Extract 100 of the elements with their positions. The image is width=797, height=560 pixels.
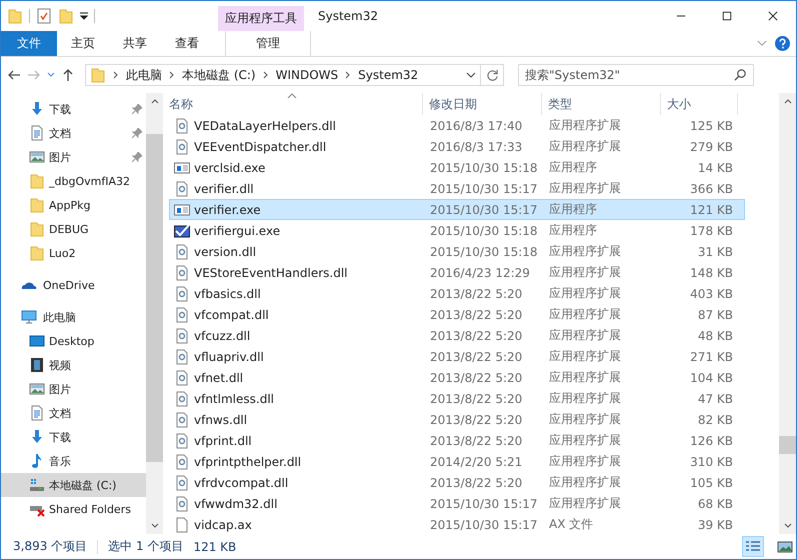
sidebar-item[interactable]: Shared Folders <box>1 497 146 521</box>
column-header[interactable]: 类型 <box>542 93 661 115</box>
sidebar-item[interactable]: 下载 <box>1 425 146 449</box>
file-row[interactable]: VEEventDispatcher.dll 2016/8/3 17:33 应用程序扩展 279 KB <box>169 136 745 157</box>
file-row[interactable]: vfbasics.dll 2013/8/22 5:20 应用程序扩展 403 KB <box>169 283 745 304</box>
table-cell-text: 应用程序扩展 <box>548 432 622 449</box>
sidebar-label: Shared Folders <box>49 502 131 516</box>
file-row[interactable]: VEStoreEventHandlers.dll 2016/4/23 12:29 应用程序扩展 148 KB <box>169 262 745 283</box>
table-cell-text: 应用程序扩展 <box>548 138 622 155</box>
table-cell-text: 2015/10/30 15:18 <box>429 160 539 174</box>
sidebar-item[interactable]: 音乐 <box>1 449 146 473</box>
sidebar-label: 音乐 <box>49 454 71 468</box>
breadcrumb[interactable]: WINDOWS <box>276 68 338 82</box>
file-name: vfcompat.dll <box>194 308 269 322</box>
sidebar-item[interactable]: Luo2 <box>1 241 146 265</box>
sidebar-item[interactable]: 文档 <box>1 401 146 425</box>
file-row[interactable]: vfwwdm32.dll 2015/10/30 15:17 应用程序扩展 68 KB <box>169 493 745 514</box>
ribbon-tab[interactable]: 查看 <box>161 31 213 56</box>
table-cell-text: 121 KB <box>689 202 734 216</box>
sidebar-item[interactable]: 本地磁盘 (C:) <box>1 473 146 497</box>
file-row[interactable]: verifiergui.exe 2015/10/30 15:18 应用程序 178 KB <box>169 220 745 241</box>
file-row[interactable]: VEDataLayerHelpers.dll 2016/8/3 17:40 应用程序扩展 125 KB <box>169 115 745 136</box>
table-cell-text: 2015/10/30 15:18 <box>429 244 539 258</box>
table-cell-text: 应用程序扩展 <box>548 306 622 323</box>
table-cell-text: 31 KB <box>696 244 734 258</box>
table-cell-text: 2013/8/22 5:20 <box>429 392 524 406</box>
column-header[interactable]: 修改日期 <box>423 93 542 115</box>
file-row[interactable]: vfprint.dll 2013/8/22 5:20 应用程序扩展 126 KB <box>169 430 745 451</box>
table-cell-text: 应用程序扩展 <box>548 264 622 281</box>
file-name: vfbasics.dll <box>194 286 261 300</box>
file-row[interactable]: vfntlmless.dll 2013/8/22 5:20 应用程序扩展 47 KB <box>169 388 745 409</box>
table-cell-text: 2015/10/30 15:18 <box>429 224 539 238</box>
table-cell-text: 14 KB <box>696 160 734 174</box>
column-header[interactable]: 名称 <box>163 93 423 115</box>
table-cell-text: 应用程序扩展 <box>548 453 622 470</box>
table-cell-text: 105 KB <box>689 476 734 490</box>
table-cell-text: 2013/8/22 5:20 <box>429 434 524 448</box>
sidebar-item[interactable]: 下载 <box>1 97 146 121</box>
sidebar-item[interactable]: 图片 <box>1 377 146 401</box>
sidebar-label: 下载 <box>49 102 71 116</box>
sidebar-item[interactable]: Desktop <box>1 329 146 353</box>
file-row[interactable]: vfnet.dll 2013/8/22 5:20 应用程序扩展 104 KB <box>169 367 745 388</box>
table-cell-text: 应用程序扩展 <box>548 243 622 260</box>
file-row[interactable]: vfcompat.dll 2013/8/22 5:20 应用程序扩展 87 KB <box>169 304 745 325</box>
search-field[interactable]: 搜索"System32" <box>518 64 754 86</box>
sidebar-item[interactable]: OneDrive <box>1 273 146 297</box>
sidebar-item[interactable]: 视频 <box>1 353 146 377</box>
ribbon-tab[interactable]: 文件 <box>1 31 57 56</box>
sidebar-item[interactable]: DEBUG <box>1 217 146 241</box>
file-row[interactable]: vfnws.dll 2013/8/22 5:20 应用程序扩展 82 KB <box>169 409 745 430</box>
table-cell-text: 87 KB <box>696 308 734 322</box>
breadcrumb[interactable]: 本地磁盘 (C:) <box>182 66 256 84</box>
table-cell-text: 126 KB <box>689 434 734 448</box>
sidebar-item[interactable]: _dbgOvmfIA32 <box>1 169 146 193</box>
file-row[interactable]: version.dll 2015/10/30 15:18 应用程序扩展 31 KB <box>169 241 745 262</box>
file-row[interactable]: vidcap.ax 2015/10/30 15:17 AX 文件 39 KB <box>169 514 745 534</box>
table-cell-text: 应用程序扩展 <box>548 369 622 386</box>
table-cell-text: 2013/8/22 5:20 <box>429 370 524 384</box>
file-row[interactable]: vfrdvcompat.dll 2013/8/22 5:20 应用程序扩展 105 KB <box>169 472 745 493</box>
file-name: vfntlmless.dll <box>194 392 274 406</box>
file-name: VEStoreEventHandlers.dll <box>194 266 348 280</box>
table-cell-text: 2016/4/23 12:29 <box>429 266 531 280</box>
file-name: version.dll <box>194 244 256 258</box>
selection-size: 121 KB <box>193 540 236 554</box>
sidebar-item[interactable]: AppPkg <box>1 193 146 217</box>
sidebar-item[interactable]: 此电脑 <box>1 305 146 329</box>
table-cell-text: 应用程序扩展 <box>548 327 622 344</box>
file-row[interactable]: verifier.dll 2015/10/30 15:17 应用程序扩展 366 KB <box>169 178 745 199</box>
table-cell-text: 2015/10/30 15:17 <box>429 202 539 216</box>
file-row[interactable]: vfluapriv.dll 2013/8/22 5:20 应用程序扩展 271 KB <box>169 346 745 367</box>
ribbon-tab[interactable]: 共享 <box>109 31 161 56</box>
table-cell-text: 应用程序扩展 <box>548 474 622 491</box>
file-name: vfwwdm32.dll <box>194 496 278 510</box>
table-cell-text: 应用程序扩展 <box>548 285 622 302</box>
ribbon-tab[interactable]: 管理 <box>225 31 311 56</box>
table-cell-text: 2013/8/22 5:20 <box>429 476 524 490</box>
table-cell-text: 2015/10/30 15:17 <box>429 518 539 532</box>
table-cell-text: 应用程序扩展 <box>548 390 622 407</box>
table-cell-text: 2013/8/22 5:20 <box>429 350 524 364</box>
ribbon-tab[interactable]: 主页 <box>57 31 109 56</box>
column-header[interactable]: 大小 <box>661 93 738 115</box>
breadcrumb[interactable]: 此电脑 <box>126 66 162 84</box>
sidebar-label: 文档 <box>49 126 71 140</box>
file-name: vfcuzz.dll <box>194 328 250 342</box>
file-row[interactable]: verclsid.exe 2015/10/30 15:18 应用程序 14 KB <box>169 157 745 178</box>
file-row[interactable]: verifier.exe 2015/10/30 15:17 应用程序 121 KB <box>169 199 745 220</box>
file-row[interactable]: vfprintpthelper.dll 2014/2/20 5:21 应用程序扩展 310 KB <box>169 451 745 472</box>
breadcrumb[interactable]: System32 <box>358 68 418 82</box>
sidebar-item[interactable]: 图片 <box>1 145 146 169</box>
table-cell-text: 2013/8/22 5:20 <box>429 328 524 342</box>
table-cell-text: 应用程序扩展 <box>548 348 622 365</box>
file-name: vidcap.ax <box>194 518 252 532</box>
table-cell-text: 2016/8/3 17:40 <box>429 118 524 132</box>
sidebar-label: Luo2 <box>49 246 76 260</box>
sidebar-label: _dbgOvmfIA32 <box>49 174 130 188</box>
table-cell-text: 应用程序扩展 <box>548 495 622 512</box>
sidebar-item[interactable]: 文档 <box>1 121 146 145</box>
file-row[interactable]: vfcuzz.dll 2013/8/22 5:20 应用程序扩展 48 KB <box>169 325 745 346</box>
address-bar[interactable]: 此电脑 本地磁盘 (C:) WINDOWS System32 <box>85 64 481 86</box>
sidebar-label: 文档 <box>49 406 71 420</box>
